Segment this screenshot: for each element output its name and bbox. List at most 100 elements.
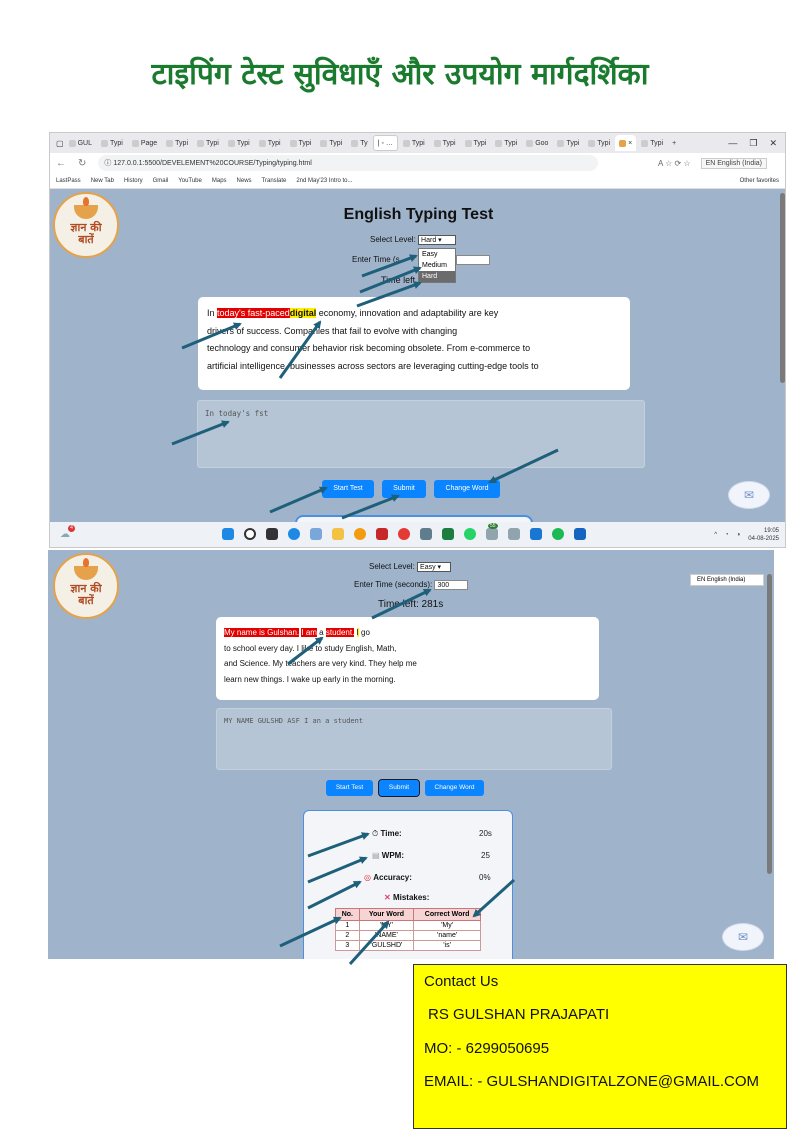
back-icon[interactable]: ← [56,158,66,169]
time-row: Enter Time (s [352,255,400,264]
clock[interactable]: 19:05 04-08-2025 [748,527,779,543]
calculator-icon[interactable] [420,528,432,540]
bookmarks-bar: LastPass New Tab History Gmail YouTube M… [50,173,785,189]
voice-toolbar[interactable]: | ◦ … [372,135,398,151]
bookmark-item[interactable]: Translate [262,178,287,184]
passage-box: My name is Gulshan. I am a student. I go… [216,617,599,700]
browser-tab-active[interactable]: × [615,135,637,151]
bookmark-item[interactable]: LastPass [56,178,81,184]
change-word-button[interactable]: Change Word [434,480,500,498]
reader-icons[interactable]: A ☆ ⟳ ☆ [658,159,691,168]
submit-button[interactable]: Submit [378,779,420,797]
restore-icon[interactable]: ❐ [749,138,757,149]
option-hard[interactable]: Hard [419,271,455,282]
microphone-icon[interactable]: | ◦ … [378,140,393,147]
level-dropdown[interactable]: Easy Medium Hard [418,248,456,283]
browser-tab[interactable]: Typi [553,135,583,151]
address-input[interactable]: ⓘ 127.0.0.1:5500/DEVELEMENT%20COURSE/Typ… [98,155,599,171]
scrollbar[interactable] [780,193,785,383]
bookmark-item[interactable]: YouTube [178,178,202,184]
language-pill[interactable]: EN English (India) [700,157,767,169]
browser-tab[interactable]: Typi [637,135,667,151]
close-window-icon[interactable]: ✕ [769,138,777,149]
level-row: Select Level: Hard ▾ [370,235,457,245]
logo: ज्ञान की बातें [53,553,119,619]
wrong-words: today's fast-paced [217,308,290,318]
bookmark-item[interactable]: News [237,178,252,184]
browser-tab[interactable]: Typi [286,135,316,151]
change-word-button[interactable]: Change Word [425,780,484,796]
browser-tab[interactable]: Ty [347,135,371,151]
option-easy[interactable]: Easy [419,249,455,260]
option-medium[interactable]: Medium [419,260,455,271]
whatsapp-icon[interactable] [464,528,476,540]
edge-icon[interactable] [288,528,300,540]
browser-tab[interactable]: GUL [65,135,96,151]
cross-icon: ✕ [384,893,391,902]
browser-tab[interactable]: Typi [316,135,346,151]
wpm-result: ▤ WPM: [372,851,405,860]
folder-icon[interactable] [332,528,344,540]
browser-tab[interactable]: Typi [584,135,614,151]
browser-tab[interactable]: Typi [193,135,223,151]
tab-actions-icon[interactable]: ▢ [56,139,64,148]
volume-icon[interactable]: ◑ [737,532,741,538]
browser-tab[interactable]: Typi [162,135,192,151]
reload-icon[interactable]: ↻ [78,158,86,169]
language-pill[interactable]: EN English (India) [690,574,764,586]
bookmark-item[interactable]: 2nd May'23 Intro to... [296,178,352,184]
browser-tab[interactable]: Goo [522,135,552,151]
excel-icon[interactable] [442,528,454,540]
start-test-button[interactable]: Start Test [326,780,373,796]
contact-email: EMAIL: - GULSHANDIGITALZONE@GMAIL.COM [424,1073,759,1090]
vscode-icon[interactable] [530,528,542,540]
submit-button[interactable]: Submit [382,480,426,498]
target-icon: ◎ [364,873,371,882]
bookmark-item[interactable]: History [124,178,143,184]
scrollbar[interactable] [767,574,772,874]
table-row: 2 'NAME' 'name' [335,930,481,941]
spotify-icon[interactable] [552,528,564,540]
chevron-up-icon[interactable]: ^ [714,532,717,538]
browser-tab[interactable]: Typi [224,135,254,151]
close-icon[interactable]: × [628,140,632,147]
task-view-icon[interactable] [266,528,278,540]
bookmark-item[interactable]: New Tab [91,178,114,184]
minimize-icon[interactable]: — [728,138,737,149]
time-value: 20s [479,829,492,838]
chat-icon[interactable]: ✉ [728,481,770,509]
chrome-icon[interactable] [398,528,410,540]
browser-tab[interactable]: Page [128,135,161,151]
browser-tab[interactable]: Typi [491,135,521,151]
wifi-icon[interactable]: ◔ [725,532,729,538]
new-tab-button[interactable]: + [668,135,680,151]
bookmark-item[interactable]: Gmail [153,178,169,184]
browser-tab[interactable]: Typi [399,135,429,151]
browser-tab[interactable]: Typi [461,135,491,151]
typing-page: ज्ञान की बातें English Typing Test Selec… [50,189,785,525]
tab-favicon-icon [641,139,649,147]
browser-tab[interactable]: Typi [97,135,127,151]
browser-tab[interactable]: Typi [255,135,285,151]
typing-area[interactable]: In today's fst [197,400,645,468]
start-icon[interactable] [222,528,234,540]
time-input[interactable]: 300 [434,580,469,590]
browser-tab[interactable]: Typi [430,135,460,151]
tab-favicon-icon [131,139,139,147]
notification-badge: 4 [68,525,75,532]
app-icon[interactable] [508,528,520,540]
typing-area[interactable]: MY NAME GULSHD ASF I an a student [216,708,612,770]
other-favorites[interactable]: Other favorites [740,178,779,184]
bookmark-item[interactable]: Maps [212,178,227,184]
app-icon[interactable] [310,528,322,540]
level-select[interactable]: Easy ▾ [417,562,452,572]
level-select[interactable]: Hard ▾ [418,235,457,245]
search-icon[interactable] [244,528,256,540]
chat-icon[interactable]: ✉ [722,923,764,951]
mcafee-icon[interactable] [376,528,388,540]
time-input[interactable] [456,255,490,265]
start-test-button[interactable]: Start Test [322,480,374,498]
app-icon[interactable] [354,528,366,540]
app-icon[interactable] [486,528,498,540]
word-icon[interactable] [574,528,586,540]
